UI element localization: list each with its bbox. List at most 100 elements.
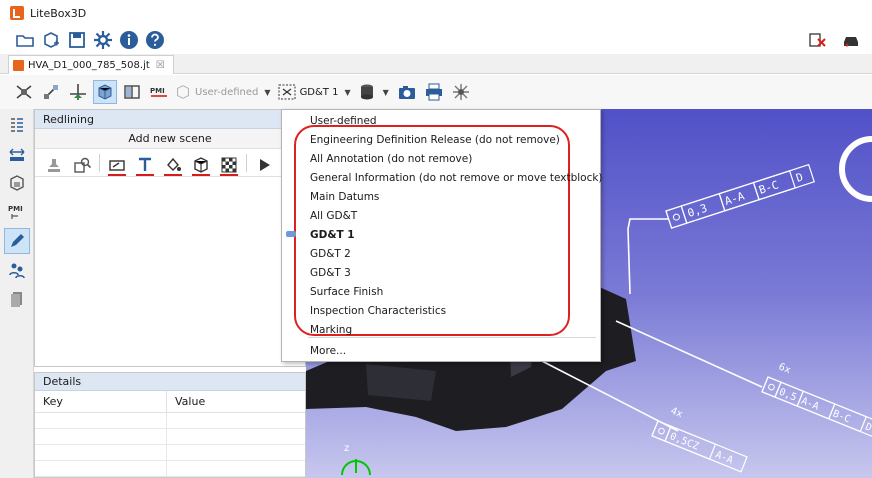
main-toolbar <box>0 26 872 54</box>
dropdown-item-main-datums[interactable]: Main Datums <box>310 188 379 206</box>
pmi-views-dropdown: User-defined Engineering Definition Rele… <box>281 109 603 362</box>
section-view-icon[interactable] <box>120 80 144 104</box>
stamp-icon[interactable] <box>43 152 65 174</box>
fcf-top: 0,3 A-A B-C D <box>665 163 815 229</box>
title-bar: LiteBox3D <box>0 0 872 26</box>
info-icon[interactable] <box>118 29 140 51</box>
fcf-bottom-datum-1: A-A <box>714 449 735 466</box>
dropdown-item-inspection-characteristics[interactable]: Inspection Characteristics <box>310 302 446 320</box>
table-row <box>35 461 305 477</box>
car-icon[interactable] <box>840 29 862 51</box>
dropdown-item-surface-finish[interactable]: Surface Finish <box>310 283 383 301</box>
document-stack-icon[interactable] <box>4 286 30 312</box>
open-folder-icon[interactable] <box>14 29 36 51</box>
move-part-icon[interactable] <box>39 80 63 104</box>
axis-triad: z <box>341 443 371 476</box>
details-panel-title: Details <box>43 375 82 388</box>
dropdown-item-all-gdt[interactable]: All GD&T <box>310 207 357 225</box>
pmi-icon[interactable]: PMI <box>4 199 30 225</box>
fcf-right-tolerance: 0,5 <box>777 387 798 404</box>
redlining-panel: Redlining Add new scene <box>34 109 306 367</box>
users-icon[interactable] <box>4 257 30 283</box>
add-new-scene-button[interactable]: Add new scene <box>35 129 305 149</box>
network-icon[interactable] <box>449 80 473 104</box>
model-view-icon[interactable] <box>93 80 117 104</box>
leader-line-right <box>615 320 763 388</box>
redlining-toolbar <box>35 149 305 177</box>
pmi-frame-icon <box>278 84 296 100</box>
print-icon[interactable] <box>422 80 446 104</box>
redlining-panel-title: Redlining <box>43 112 94 126</box>
dropdown-separator <box>308 337 596 338</box>
table-row <box>35 445 305 461</box>
shape-tool-icon[interactable] <box>190 152 212 176</box>
leader-line-top <box>627 218 668 295</box>
app-title: LiteBox3D <box>30 6 87 20</box>
add-model-icon[interactable] <box>40 29 62 51</box>
fcf-bottom-multiplier: 4x <box>669 406 684 421</box>
structure-tree-icon[interactable] <box>4 112 30 138</box>
redlining-pen-icon[interactable] <box>4 228 30 254</box>
toolbar-separator <box>246 153 247 172</box>
dropdown-item-more[interactable]: More... <box>310 342 346 360</box>
measure-icon[interactable] <box>4 141 30 167</box>
dropdown-item-user-defined[interactable]: User-defined <box>310 112 377 130</box>
fcf-right: 0,5 A-A B-C D <box>761 376 872 442</box>
redlining-panel-header: Redlining <box>35 110 305 129</box>
view-combo-label: User-defined <box>195 86 259 98</box>
dropdown-item-gdt-3[interactable]: GD&T 3 <box>310 264 351 282</box>
fcf-top-datum-3: D <box>794 170 804 184</box>
document-tab[interactable]: HVA_D1_000_785_508.jt ☒ <box>8 55 174 74</box>
pmi-badge-text: PMI <box>150 87 165 95</box>
document-tabstrip: HVA_D1_000_785_508.jt ☒ <box>0 54 872 74</box>
close-model-icon[interactable] <box>806 29 828 51</box>
fcf-right-datum-1: A-A <box>799 396 820 413</box>
chevron-down-icon: ▼ <box>344 87 351 97</box>
transform-icon[interactable] <box>66 80 90 104</box>
document-tab-label: HVA_D1_000_785_508.jt <box>28 59 150 71</box>
details-column-headers: Key Value <box>35 391 305 413</box>
camera-icon[interactable] <box>395 80 419 104</box>
tab-close-icon[interactable]: ☒ <box>156 60 165 71</box>
fcf-right-datum-2: B-C <box>831 408 852 425</box>
selected-marker-icon <box>286 231 296 237</box>
details-panel-header: Details <box>35 373 305 391</box>
view-cube-icon <box>177 85 189 99</box>
dropdown-item-all-annotation[interactable]: All Annotation (do not remove) <box>310 150 472 168</box>
chevron-down-icon: ▼ <box>264 87 271 97</box>
details-column-key: Key <box>35 391 167 412</box>
document-logo-icon <box>13 59 24 71</box>
chevron-down-icon: ▼ <box>382 87 389 97</box>
fcf-bottom: 0,5CZ A-A <box>651 420 748 473</box>
pmi-combo-label: GD&T 1 <box>299 86 339 98</box>
material-combo[interactable]: ▼ <box>357 81 389 103</box>
arrow-line-icon[interactable] <box>106 152 128 176</box>
settings-icon[interactable] <box>92 29 114 51</box>
scene-view-icon[interactable] <box>71 152 93 174</box>
fill-bucket-icon[interactable] <box>162 152 184 176</box>
pmi-toggle-icon[interactable]: PMI <box>147 80 171 104</box>
explode-view-icon[interactable] <box>12 80 36 104</box>
add-new-scene-label: Add new scene <box>128 132 212 145</box>
dropdown-item-general-information[interactable]: General Information (do not remove or mo… <box>310 169 603 187</box>
view-toolbar: PMI User-defined ▼ GD&T 1 ▼ ▼ <box>0 75 872 109</box>
part-icon[interactable] <box>4 170 30 196</box>
pmi-rail-text: PMI <box>8 205 23 213</box>
help-icon[interactable] <box>144 29 166 51</box>
pattern-tool-icon[interactable] <box>218 152 240 176</box>
fcf-top-symbol <box>665 205 688 229</box>
view-combo[interactable]: User-defined ▼ <box>174 81 271 103</box>
details-panel: Details Key Value <box>34 372 306 478</box>
fcf-right-multiplier: 6x <box>777 362 792 377</box>
toolbar-separator <box>99 153 100 172</box>
table-row <box>35 429 305 445</box>
fcf-right-datum-3: D <box>863 422 872 434</box>
dropdown-item-gdt-1[interactable]: GD&T 1 <box>310 226 355 244</box>
text-tool-icon[interactable] <box>134 152 156 176</box>
dropdown-item-gdt-2[interactable]: GD&T 2 <box>310 245 351 263</box>
save-icon[interactable] <box>66 29 88 51</box>
pmi-combo[interactable]: GD&T 1 ▼ <box>277 81 351 103</box>
details-column-value: Value <box>175 395 206 408</box>
dropdown-item-engineering-definition-release[interactable]: Engineering Definition Release (do not r… <box>310 131 560 149</box>
play-icon[interactable] <box>253 152 275 174</box>
